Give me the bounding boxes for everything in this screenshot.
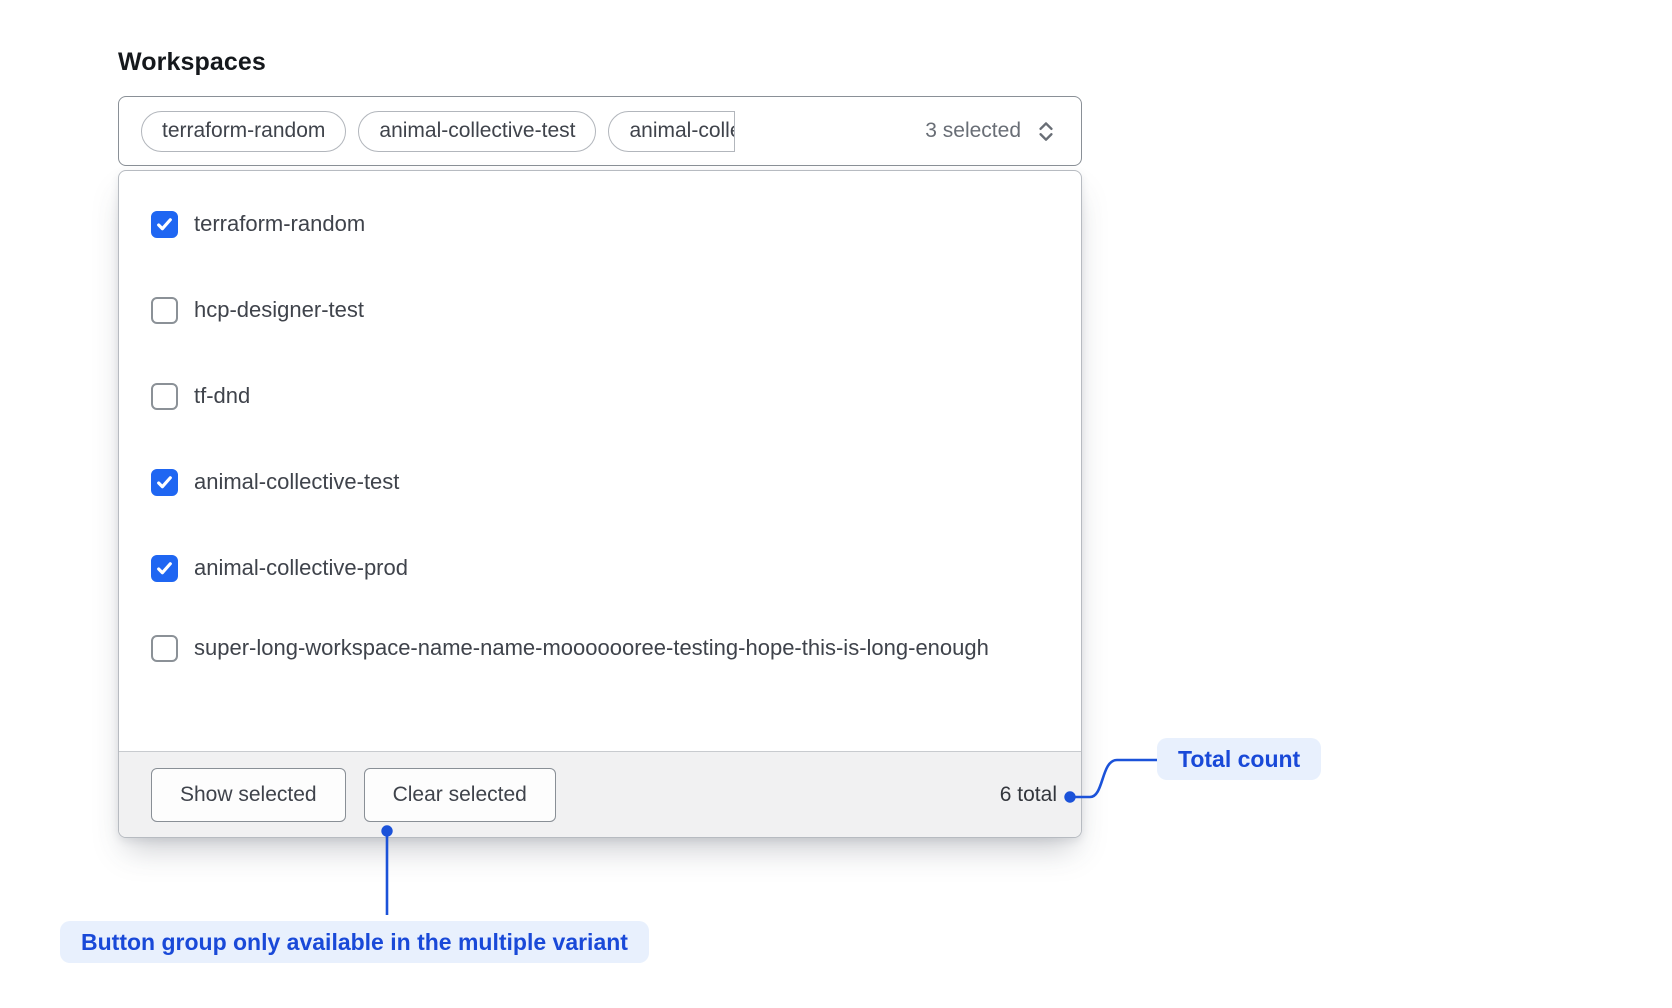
screenshot-canvas: Workspaces terraform-random animal-colle…: [0, 0, 1672, 1008]
button-group-annotation: Button group only available in the multi…: [60, 921, 649, 963]
checkbox-checked[interactable]: [151, 469, 178, 496]
option-label: animal-collective-prod: [194, 549, 408, 587]
checkbox-unchecked[interactable]: [151, 635, 178, 662]
option-row[interactable]: animal-collective-prod: [119, 525, 1081, 611]
selected-pill: animal-collective-test: [358, 111, 596, 152]
option-row[interactable]: hcp-designer-test: [119, 267, 1081, 353]
workspaces-multiselect-trigger[interactable]: terraform-random animal-collective-test …: [118, 96, 1082, 166]
option-row[interactable]: animal-collective-test: [119, 439, 1081, 525]
check-icon: [155, 215, 174, 234]
check-icon: [155, 559, 174, 578]
workspaces-field-label: Workspaces: [118, 48, 266, 77]
checkbox-unchecked[interactable]: [151, 383, 178, 410]
clear-selected-button[interactable]: Clear selected: [364, 768, 556, 822]
selected-pill: terraform-random: [141, 111, 346, 152]
show-selected-button[interactable]: Show selected: [151, 768, 346, 822]
options-list: terraform-random hcp-designer-test tf-dn…: [119, 171, 1081, 751]
check-icon: [155, 473, 174, 492]
checkbox-unchecked[interactable]: [151, 297, 178, 324]
selected-pills-group: terraform-random animal-collective-test …: [141, 111, 735, 152]
chevrons-up-down-icon: [1033, 118, 1059, 144]
option-row[interactable]: super-long-workspace-name-name-moooooore…: [119, 629, 1081, 667]
option-label: hcp-designer-test: [194, 291, 364, 329]
checkbox-checked[interactable]: [151, 211, 178, 238]
option-label: terraform-random: [194, 205, 365, 243]
option-label: animal-collective-test: [194, 463, 399, 501]
dropdown-panel: terraform-random hcp-designer-test tf-dn…: [118, 170, 1082, 838]
checkbox-checked[interactable]: [151, 555, 178, 582]
option-label: tf-dnd: [194, 377, 250, 415]
total-count-annotation: Total count: [1157, 738, 1321, 780]
total-count-label: 6 total: [1000, 783, 1057, 807]
selected-pill-truncated: animal-collective-prod: [608, 111, 735, 152]
selected-count-label: 3 selected: [925, 119, 1021, 143]
dropdown-footer: Show selected Clear selected 6 total: [119, 751, 1081, 837]
option-label: super-long-workspace-name-name-moooooore…: [194, 629, 989, 667]
option-row[interactable]: tf-dnd: [119, 353, 1081, 439]
option-row[interactable]: terraform-random: [119, 181, 1081, 267]
